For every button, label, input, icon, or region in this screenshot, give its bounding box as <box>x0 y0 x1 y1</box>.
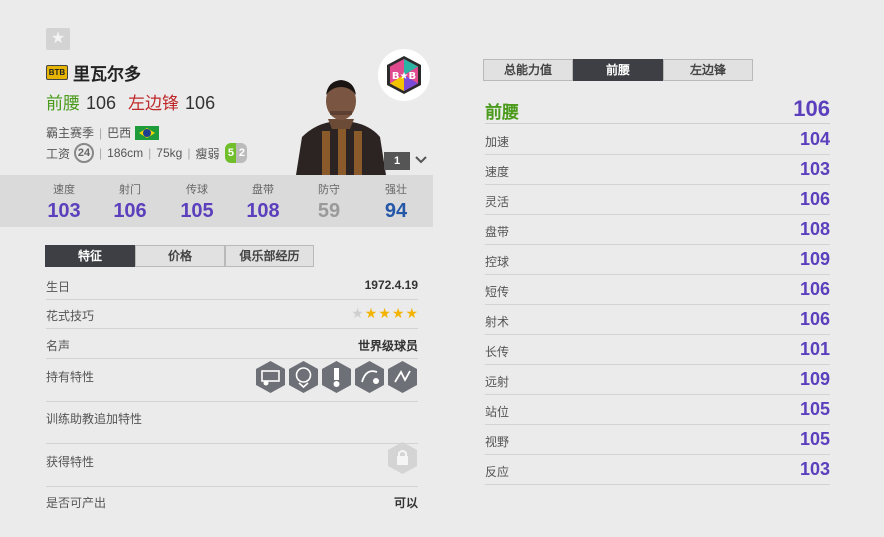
tab-price[interactable]: 价格 <box>135 245 225 267</box>
detail-row-traits: 持有特性 <box>46 361 418 402</box>
coach-traits-label: 训练助教追加特性 <box>46 412 143 426</box>
season-badge: BTB <box>46 65 68 80</box>
attribute-row: 长传 101 <box>485 335 830 365</box>
attribute-row: 反应 103 <box>485 455 830 485</box>
attribute-row: 灵活 106 <box>485 185 830 215</box>
detail-row-producible: 是否可产出 可以 <box>46 494 418 514</box>
attribute-row: 加速 104 <box>485 125 830 155</box>
attribute-header: 前腰 106 <box>485 96 830 124</box>
summary-stat: 传球 105 <box>180 184 214 222</box>
detail-row-coach-traits: 训练助教追加特性 <box>46 410 418 444</box>
attribute-row: 控球 109 <box>485 245 830 275</box>
star-filled-icon: ★ <box>378 305 391 321</box>
long-shot-trait-icon[interactable] <box>255 360 286 394</box>
reputation-label: 名声 <box>46 339 71 353</box>
traits-label: 持有特性 <box>46 370 95 384</box>
skill-moves-label: 花式技巧 <box>46 309 95 323</box>
height: 186cm <box>107 146 144 160</box>
summary-stat: 射门 106 <box>113 184 147 222</box>
summary-stat: 防守 59 <box>317 184 341 222</box>
tab-club-history[interactable]: 俱乐部经历 <box>225 245 314 267</box>
detail-row-skill-moves: 花式技巧 ★ ★ ★ ★ ★ <box>46 305 418 329</box>
position-primary-rating: 106 <box>86 93 117 113</box>
detail-tabs: 特征 价格 俱乐部经历 <box>45 245 314 267</box>
club-logo-icon: B★B <box>387 56 421 94</box>
club-logo-text: B★B <box>392 71 416 82</box>
producible-label: 是否可产出 <box>46 496 107 510</box>
star-icon: ★ <box>50 30 66 47</box>
attribute-header-value: 106 <box>793 96 830 121</box>
power-free-kick-trait-icon[interactable] <box>321 360 352 394</box>
attribute-row: 盘带 108 <box>485 215 830 245</box>
star-filled-icon: ★ <box>405 305 418 321</box>
nation-name: 巴西 <box>107 126 132 140</box>
season-name: 霸主赛季 <box>46 126 95 140</box>
detail-row-acquired-traits: 获得特性 <box>46 442 418 487</box>
wage-label: 工资 <box>46 146 71 161</box>
summary-stat: 强壮 94 <box>384 184 408 222</box>
finesse-shot-trait-icon[interactable] <box>354 360 385 394</box>
position-primary: 前腰 <box>46 94 80 113</box>
summary-stat: 速度 103 <box>47 184 81 222</box>
summary-stat: 盘带 108 <box>246 184 280 222</box>
attribute-row: 站位 105 <box>485 395 830 425</box>
favorite-star-button[interactable]: ★ <box>46 28 70 50</box>
attribute-tabs: 总能力值 前腰 左边锋 <box>483 59 753 81</box>
player-name: 里瓦尔多 <box>73 65 141 84</box>
weak-foot-badge: 2 <box>236 143 248 163</box>
detail-row-birthday: 生日 1972.4.19 <box>46 278 418 300</box>
producible-value: 可以 <box>393 496 418 510</box>
divider: | <box>99 146 103 160</box>
birthday-label: 生日 <box>46 280 71 294</box>
weight: 75kg <box>156 146 183 160</box>
player-portrait <box>292 75 390 175</box>
chevron-down-icon[interactable] <box>414 154 428 166</box>
attribute-row: 远射 109 <box>485 365 830 395</box>
tab-cam[interactable]: 前腰 <box>573 59 663 81</box>
position-secondary-rating: 106 <box>185 93 216 113</box>
skill-moves-stars: ★ ★ ★ ★ ★ <box>350 305 418 321</box>
star-filled-icon: ★ <box>364 305 378 321</box>
playmaker-trait-icon[interactable] <box>288 360 319 394</box>
attribute-row: 射术 106 <box>485 305 830 335</box>
tab-lw[interactable]: 左边锋 <box>663 59 753 81</box>
detail-row-reputation: 名声 世界级球员 <box>46 337 418 359</box>
lock-icon[interactable] <box>387 441 418 475</box>
divider: | <box>148 146 152 160</box>
reputation-value: 世界级球员 <box>357 339 418 353</box>
player-meta-physical: 工资 24 | 186cm | 75kg | 瘦弱 5 2 <box>46 143 248 163</box>
attribute-row: 视野 105 <box>485 425 830 455</box>
star-empty-icon: ★ <box>351 305 364 321</box>
enhance-level-badge[interactable]: 1 <box>384 152 410 170</box>
trait-icons <box>253 360 418 394</box>
attribute-row: 短传 106 <box>485 275 830 305</box>
wage-badge: 24 <box>74 143 95 163</box>
body-build: 瘦弱 <box>195 146 220 161</box>
flair-passes-trait-icon[interactable] <box>387 360 418 394</box>
attribute-row: 速度 103 <box>485 155 830 185</box>
acquired-traits-label: 获得特性 <box>46 455 95 469</box>
brazil-flag-icon <box>135 125 160 140</box>
player-name-row: BTB 里瓦尔多 <box>46 60 141 85</box>
tab-overall[interactable]: 总能力值 <box>483 59 573 81</box>
birthday-value: 1972.4.19 <box>364 278 418 292</box>
divider: | <box>99 125 103 140</box>
position-secondary: 左边锋 <box>128 94 180 113</box>
attribute-header-label: 前腰 <box>485 103 519 122</box>
tab-traits[interactable]: 特征 <box>45 245 135 267</box>
strong-foot-badge: 5 <box>225 143 237 163</box>
player-meta-season: 霸主赛季 | 巴西 <box>46 124 160 141</box>
position-ratings: 前腰 106 左边锋 106 <box>46 89 215 114</box>
summary-stats: 速度 103 射门 106 传球 105 盘带 108 防守 59 强壮 94 <box>0 175 433 227</box>
star-filled-icon: ★ <box>391 305 405 321</box>
divider: | <box>187 146 191 160</box>
